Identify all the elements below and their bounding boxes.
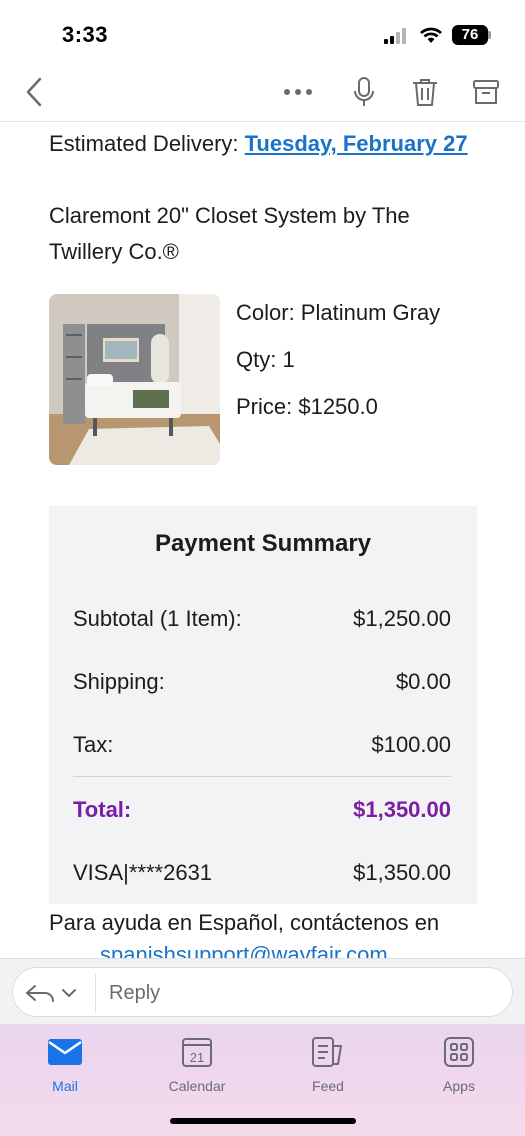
home-indicator: [170, 1118, 356, 1124]
tab-feed[interactable]: Feed: [283, 1032, 373, 1094]
email-toolbar: [0, 64, 525, 122]
mail-icon: [20, 1032, 110, 1072]
status-time: 3:33: [62, 22, 109, 47]
summary-row-tax: Tax: $100.00: [73, 732, 451, 758]
estimated-delivery: Estimated Delivery: Tuesday, February 27: [49, 126, 489, 162]
payment-summary-title: Payment Summary: [154, 530, 372, 557]
tab-label: Feed: [312, 1078, 344, 1094]
summary-row-subtotal: Subtotal (1 Item): $1,250.00: [73, 606, 451, 632]
summary-row-label: Total:: [73, 797, 132, 822]
summary-row-payment-method: VISA|****2631 $1,350.00: [73, 860, 451, 886]
reply-options-icon[interactable]: [23, 978, 83, 1008]
feed-icon: [283, 1032, 373, 1072]
battery-tip: [488, 31, 491, 39]
tab-calendar[interactable]: 21 Calendar: [152, 1032, 242, 1094]
microphone-icon[interactable]: [346, 72, 382, 112]
battery-icon: 76: [452, 25, 488, 45]
summary-divider: [73, 776, 451, 777]
summary-row-label: Subtotal (1 Item):: [73, 606, 242, 631]
wifi-icon: [420, 27, 442, 43]
tab-label: Apps: [443, 1078, 475, 1094]
email-body: Estimated Delivery: Tuesday, February 27…: [0, 122, 525, 958]
reply-placeholder: Reply: [109, 982, 161, 1004]
summary-row-value: $1,350.00: [353, 860, 451, 885]
product-qty: Qty: 1: [236, 347, 295, 372]
summary-row-label: VISA|****2631: [73, 860, 213, 885]
product-price: Price: $1250.0: [236, 394, 378, 419]
tab-label: Mail: [52, 1078, 78, 1094]
summary-row-total: Total: $1,350.00: [73, 797, 451, 823]
product-color: Color: Platinum Gray: [236, 300, 441, 325]
summary-row-value: $0.00: [395, 669, 451, 694]
product-image[interactable]: [49, 294, 220, 465]
archive-icon[interactable]: [468, 72, 504, 112]
status-bar: 3:33 76: [0, 0, 525, 70]
delivery-label: Estimated Delivery:: [49, 131, 245, 156]
cellular-signal-icon: [384, 28, 410, 44]
calendar-icon: 21: [152, 1032, 242, 1072]
tab-label: Calendar: [168, 1078, 226, 1094]
spanish-help-text: Para ayuda en Español, contáctenos en: [49, 910, 440, 935]
tab-mail[interactable]: Mail: [20, 1032, 110, 1094]
summary-row-shipping: Shipping: $0.00: [73, 669, 451, 695]
summary-row-label: Shipping:: [73, 669, 165, 694]
summary-row-value: $100.00: [371, 732, 451, 757]
apps-icon: [414, 1032, 504, 1072]
spanish-support-link[interactable]: spanishsupport@wayfair.com: [100, 942, 388, 958]
more-icon[interactable]: [280, 72, 316, 112]
tab-apps[interactable]: Apps: [414, 1032, 504, 1094]
reply-bar: Reply: [0, 958, 525, 1024]
back-icon[interactable]: [16, 72, 52, 112]
trash-icon[interactable]: [407, 72, 443, 112]
calendar-day: 21: [190, 1050, 204, 1065]
summary-row-value: $1,350.00: [353, 797, 451, 822]
reply-field[interactable]: Reply: [12, 967, 513, 1017]
product-name: Claremont 20" Closet System by The Twill…: [49, 203, 410, 264]
summary-row-label: Tax:: [73, 732, 114, 757]
delivery-date-link[interactable]: Tuesday, February 27: [245, 131, 468, 156]
reply-separator: [95, 974, 96, 1012]
summary-row-value: $1,250.00: [353, 606, 451, 631]
payment-summary: Payment Summary Subtotal (1 Item): $1,25…: [49, 506, 477, 904]
